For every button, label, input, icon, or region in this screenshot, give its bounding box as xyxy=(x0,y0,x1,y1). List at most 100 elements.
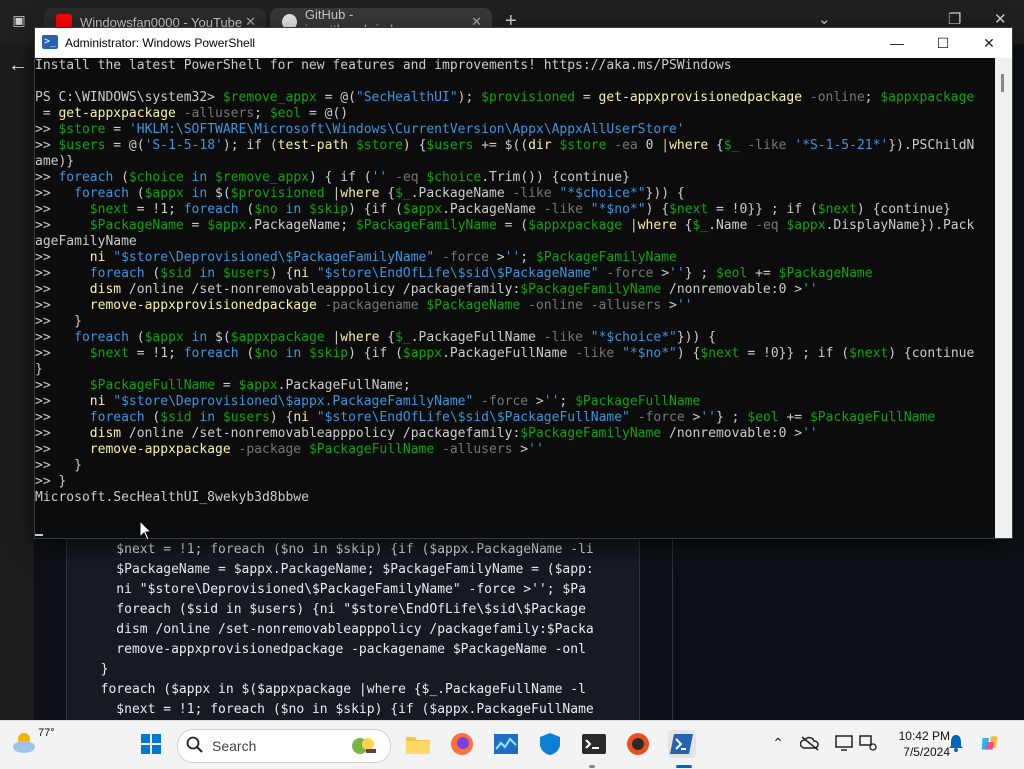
console-token: >> xyxy=(35,410,90,425)
resource-monitor-icon[interactable] xyxy=(492,730,520,758)
browser-fox-icon[interactable] xyxy=(624,730,652,758)
console-token: $PackageFamilyName xyxy=(355,218,497,233)
console-line: ame)} xyxy=(35,154,74,170)
windows-security-icon[interactable] xyxy=(536,730,564,758)
console-token: >> } xyxy=(35,314,82,329)
console-token: ni xyxy=(293,266,309,281)
console-token: $next xyxy=(669,202,709,217)
console-token: .PackageFullName xyxy=(442,346,568,361)
console-token: 'S-1-5-18' xyxy=(144,138,223,153)
copilot-icon[interactable] xyxy=(980,733,1000,753)
weather-widget[interactable]: 77° xyxy=(10,727,60,763)
console-token: dism xyxy=(89,426,122,441)
tab-actions-menu-icon[interactable]: ▣ xyxy=(8,12,30,32)
console-token: $provisioned xyxy=(481,90,576,105)
search-placeholder: Search xyxy=(212,738,257,754)
console-token: ) { xyxy=(645,202,670,217)
console-token: ); if ( xyxy=(222,138,278,153)
chevron-down-icon[interactable]: ⌄ xyxy=(818,10,831,28)
console-token: > xyxy=(653,266,670,281)
console-token: ( xyxy=(113,170,129,185)
console-token: = !0}} ; if ( xyxy=(739,346,850,361)
console-token: $PackageFullName xyxy=(809,410,936,425)
code-line: foreach ($appx in $($appxpackage |where … xyxy=(85,682,586,697)
console-token: >> xyxy=(35,426,90,441)
console-token: { xyxy=(379,330,396,345)
console-line: >> ni "$store\Deprovisioned\$PackageFami… xyxy=(35,250,677,266)
console-token: ni xyxy=(89,250,106,265)
firefox-icon[interactable] xyxy=(448,730,476,758)
console-token: -eq xyxy=(747,218,779,233)
restore-icon[interactable]: ❐ xyxy=(948,10,961,28)
console-token: ; xyxy=(520,250,536,265)
console-line: = get-appxpackage -allusers; $eol = @() xyxy=(35,106,348,122)
close-button[interactable]: ✕ xyxy=(966,28,1012,58)
system-clock[interactable]: 10:42 PM 7/5/2024 xyxy=(880,728,950,760)
back-arrow-icon[interactable]: ← xyxy=(8,54,28,77)
console-output[interactable]: Install the latest PowerShell for new fe… xyxy=(35,58,995,538)
taskbar-search-box[interactable]: Search xyxy=(177,729,391,763)
powershell-icon: >_ xyxy=(42,35,58,49)
console-token: $next xyxy=(700,346,740,361)
console-scrollbar[interactable] xyxy=(995,58,1012,538)
notification-bell-icon[interactable] xyxy=(946,733,966,753)
console-token: in xyxy=(277,346,309,361)
console-token: "$store\Deprovisioned\$PackageFamilyName… xyxy=(113,250,435,265)
console-token: $_ xyxy=(723,138,740,153)
terminal-icon[interactable] xyxy=(580,730,608,758)
console-token: $PackageFamilyName xyxy=(520,282,662,297)
console-token: $appxpackage xyxy=(528,218,623,233)
code-line: dism /online /set-nonremovableapppolicy … xyxy=(85,622,594,637)
console-token: ) { xyxy=(269,410,294,425)
console-token: $remove_appx xyxy=(222,90,317,105)
scrollbar-thumb[interactable] xyxy=(1001,74,1004,92)
console-token: { xyxy=(379,186,396,201)
maximize-button[interactable]: ☐ xyxy=(920,28,966,58)
console-token: where xyxy=(340,186,380,201)
console-token: $next xyxy=(817,202,857,217)
console-token: '' xyxy=(802,426,818,441)
console-token: '' xyxy=(802,282,818,297)
console-line: >> foreach ($appx in $($appxpackage |whe… xyxy=(35,330,716,346)
chevron-up-icon[interactable]: ⌃ xyxy=(768,733,788,753)
windows-start-icon[interactable] xyxy=(137,730,165,758)
network-icon[interactable] xyxy=(858,733,878,753)
console-token xyxy=(583,202,591,217)
clock-date: 7/5/2024 xyxy=(903,745,950,759)
powershell-taskbar-icon[interactable] xyxy=(668,730,696,758)
console-token: in xyxy=(183,170,216,185)
powershell-titlebar[interactable]: >_ Administrator: Windows PowerShell — ☐… xyxy=(35,28,1012,58)
divider xyxy=(672,536,673,720)
console-token: $appx xyxy=(786,218,826,233)
console-token: -like xyxy=(535,330,583,345)
close-window-icon[interactable]: ✕ xyxy=(994,10,1007,28)
console-token: 'HKLM:\SOFTWARE\Microsoft\Windows\Curren… xyxy=(128,122,685,137)
console-token: /nonremovable:0 > xyxy=(661,282,803,297)
console-token: where xyxy=(669,138,709,153)
code-line: $next = !1; foreach ($no in $skip) {if (… xyxy=(85,702,594,717)
powershell-window: >_ Administrator: Windows PowerShell — ☐… xyxy=(34,27,1013,539)
file-explorer-icon[interactable] xyxy=(404,730,432,758)
console-token: -like xyxy=(504,186,552,201)
console-line: ageFamilyName xyxy=(35,234,137,250)
console-token: $appxpackage xyxy=(230,330,325,345)
console-token xyxy=(309,266,317,281)
console-token: .DisplayName}).Pack xyxy=(825,218,975,233)
console-token: -online xyxy=(802,90,865,105)
console-token: ) {continue} xyxy=(856,202,951,217)
console-token: -force xyxy=(473,394,529,409)
console-token: ( xyxy=(128,330,145,345)
console-token: = xyxy=(575,90,599,105)
console-line: PS C:\WINDOWS\system32> $remove_appx = @… xyxy=(35,90,974,106)
onedrive-offline-icon[interactable] xyxy=(800,733,820,753)
console-token: ( xyxy=(128,186,145,201)
console-token: .PackageFullName xyxy=(410,330,536,345)
console-token: '' xyxy=(676,298,693,313)
console-token: = ( xyxy=(496,218,529,233)
console-token: ni xyxy=(293,410,309,425)
console-token: PS C:\WINDOWS\system32> xyxy=(35,90,223,105)
console-token: foreach xyxy=(58,170,114,185)
display-icon[interactable] xyxy=(834,733,854,753)
console-token: '' xyxy=(543,394,560,409)
minimize-button[interactable]: — xyxy=(874,28,920,58)
